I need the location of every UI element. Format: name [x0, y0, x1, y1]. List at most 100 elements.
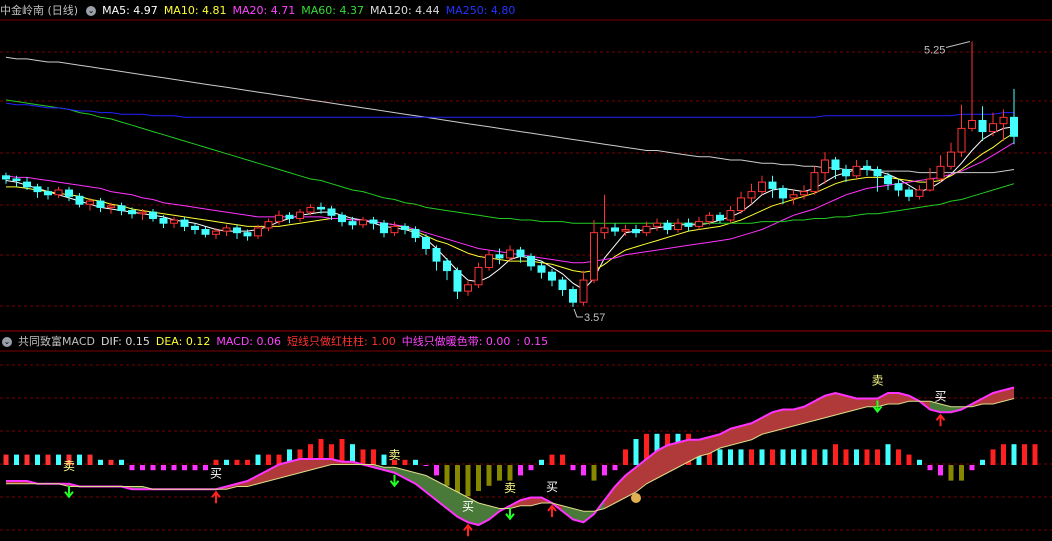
macd-bar: [864, 449, 870, 465]
macd-bar: [633, 439, 639, 465]
candle-body: [537, 265, 546, 273]
candle-body: [716, 214, 724, 221]
macd-bar: [77, 454, 82, 465]
candle-body: [464, 284, 472, 292]
candle-body: [884, 175, 892, 185]
candle-body: [558, 279, 567, 291]
candle-body: [96, 200, 105, 208]
candle-body: [138, 211, 147, 215]
buy-arrow-icon: [211, 490, 221, 504]
candle-body: [317, 206, 325, 210]
candle-body: [789, 194, 798, 199]
macd-bar: [434, 465, 439, 476]
macd-bar: [423, 465, 429, 466]
candle-body: [663, 222, 672, 231]
candle-body: [705, 214, 714, 223]
candle-body: [296, 211, 304, 219]
macd-band-segment: [867, 398, 878, 407]
macd-bar: [1011, 444, 1017, 465]
candle-body: [632, 229, 640, 234]
macd-bar: [486, 465, 492, 486]
candle-body: [821, 159, 829, 174]
candle-body: [65, 189, 73, 197]
candle-body: [222, 227, 231, 232]
candle-body: [401, 225, 409, 231]
macd-bar: [476, 465, 481, 491]
candle-body: [495, 254, 504, 259]
candle-body: [569, 289, 577, 303]
macd-bar: [738, 449, 744, 465]
macd-bar: [507, 465, 513, 481]
candle-body: [737, 197, 745, 212]
candle-body: [831, 159, 840, 170]
candle-body: [611, 227, 619, 232]
candle-body: [86, 200, 94, 205]
ma250-line: [5, 102, 1014, 118]
macd-bar: [791, 449, 796, 465]
candle-body: [989, 123, 997, 133]
candle-body: [12, 178, 21, 182]
macd-bar: [234, 459, 240, 465]
candle-body: [674, 222, 682, 231]
candle-body: [873, 168, 882, 177]
macd-bar: [518, 465, 523, 476]
macd-bar: [371, 449, 376, 465]
candle-body: [1010, 116, 1018, 137]
macd-bar: [171, 465, 177, 471]
macd-bar: [35, 454, 40, 465]
macd-bar: [465, 465, 471, 497]
macd-bar: [255, 454, 261, 465]
macd-bar: [801, 449, 807, 465]
candle-body: [359, 219, 367, 226]
candle-body: [191, 225, 199, 231]
candle-body: [695, 221, 703, 227]
macd-bar: [885, 444, 891, 465]
macd-bar: [959, 465, 964, 481]
candle-body: [474, 266, 483, 286]
macd-bar: [570, 465, 576, 471]
macd-bar: [549, 454, 555, 465]
macd-bar: [98, 459, 103, 465]
macd-bar: [140, 465, 145, 471]
macd-bar: [182, 465, 187, 471]
sell-signal-label: 卖: [872, 374, 884, 388]
macd-bar: [717, 449, 723, 465]
macd-bar: [150, 465, 156, 471]
macd-bar: [56, 454, 61, 465]
candle-body: [233, 227, 241, 234]
money-bag-icon: [631, 493, 641, 503]
candle-body: [275, 214, 283, 223]
candle-body: [842, 168, 850, 177]
candle-body: [2, 175, 10, 180]
macd-bar: [990, 449, 996, 465]
macd-bar: [875, 449, 880, 465]
macd-bar: [927, 465, 933, 471]
macd-bar: [129, 465, 135, 471]
candle-body: [968, 120, 976, 129]
macd-bar: [1022, 444, 1027, 465]
candle-body: [852, 165, 861, 177]
buy-arrow-icon: [463, 523, 473, 537]
candle-body: [684, 222, 693, 227]
candle-body: [180, 219, 189, 227]
candle-body: [107, 205, 115, 208]
macd-bar: [728, 449, 733, 465]
candle-body: [264, 221, 273, 229]
chart-canvas[interactable]: 5.253.57卖买卖买卖 买卖买: [0, 0, 1052, 541]
macd-bar: [402, 459, 408, 465]
sell-arrow-icon: [64, 485, 74, 499]
candle-body: [642, 225, 651, 234]
candle-body: [621, 229, 630, 232]
sell-signal-label: 卖: [63, 459, 75, 473]
candle-body: [443, 260, 451, 272]
macd-bar: [213, 459, 219, 465]
macd-bar: [203, 465, 208, 471]
candle-body: [516, 249, 525, 257]
candle-body: [579, 279, 588, 303]
macd-bar: [560, 454, 565, 465]
macd-bar: [749, 449, 754, 465]
macd-bar: [623, 449, 628, 465]
macd-bar: [224, 459, 229, 465]
candle-body: [159, 217, 168, 224]
low-marker-line: [573, 308, 583, 318]
